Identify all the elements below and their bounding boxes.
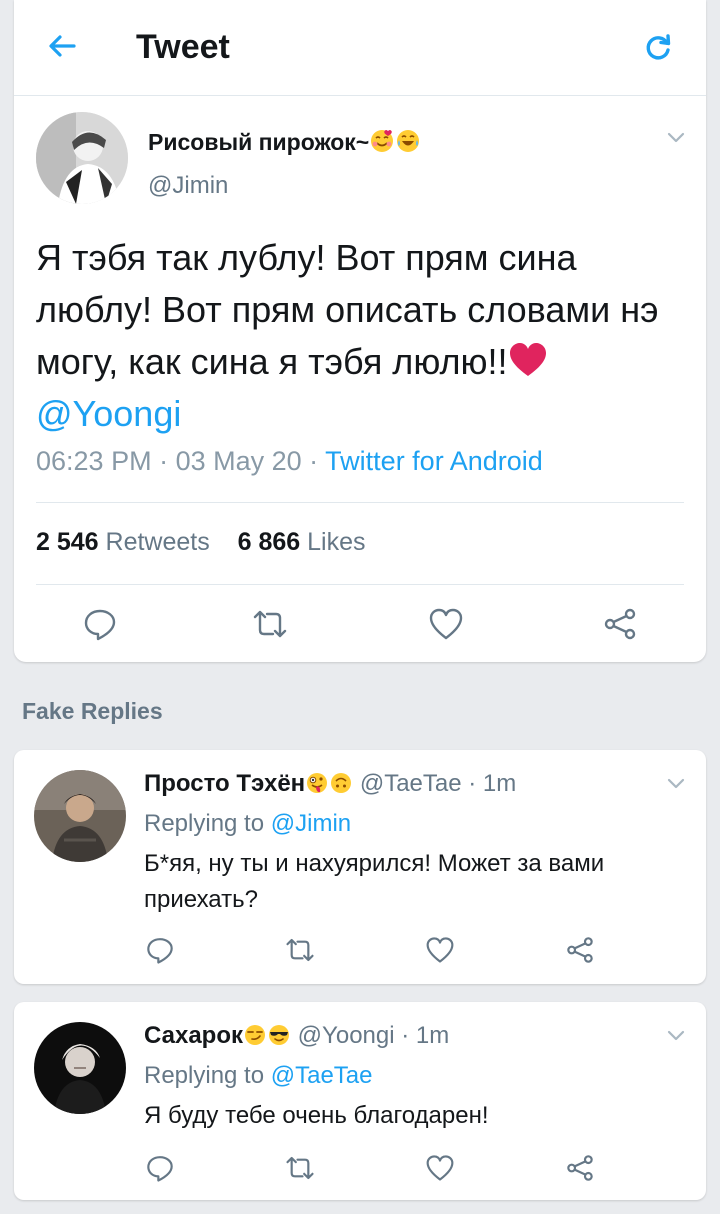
tweet-mention-link[interactable]: @Yoongi [36, 393, 181, 434]
share-icon [567, 937, 593, 963]
reply-time: 1m [482, 770, 517, 797]
reply-avatar[interactable] [34, 1022, 126, 1114]
like-button[interactable] [424, 602, 468, 646]
replying-to: Replying to @Jimin [144, 810, 351, 838]
tweet-body: Я тэбя так лублу! Вот прям сина люблу! В… [36, 237, 659, 382]
replying-label: Replying to [144, 810, 265, 837]
retweets-stat[interactable]: 2 546 Retweets [36, 528, 210, 556]
reply-button[interactable] [138, 928, 182, 972]
likes-count: 6 866 [237, 528, 301, 556]
smirking-face-emoji-icon [245, 1025, 265, 1045]
tweet-meta: 06:23 PM · 03 May 20 · Twitter for Andro… [36, 446, 543, 477]
back-button[interactable] [42, 26, 82, 66]
author-handle[interactable]: @Jimin [148, 172, 228, 200]
author-avatar[interactable] [36, 112, 128, 204]
reply-icon [147, 1156, 173, 1182]
zany-face-emoji-icon [307, 773, 328, 793]
reply-header: Сахарок @Yoongi · 1m [144, 1022, 449, 1050]
tweet-stats: 2 546 Retweets 6 866 Likes [36, 528, 366, 557]
retweet-icon [286, 938, 314, 962]
like-icon [426, 1155, 454, 1181]
retweet-button[interactable] [248, 602, 292, 646]
replying-label: Replying to [144, 1062, 265, 1089]
reply-icon [147, 938, 173, 964]
replying-to: Replying to @TaeTae [144, 1062, 373, 1090]
refresh-icon [646, 34, 671, 60]
chevron-down-icon [667, 132, 685, 143]
tweet-time: 06:23 PM [36, 446, 152, 476]
reply-card[interactable]: Сахарок @Yoongi · 1m Replying to @TaeTae… [14, 1002, 706, 1200]
retweets-count: 2 546 [36, 528, 99, 556]
reply-button[interactable] [78, 602, 122, 646]
avatar-photo [36, 112, 128, 204]
meta-separator: · [301, 446, 326, 476]
retweets-label: Retweets [105, 528, 210, 556]
reply-icon [84, 609, 116, 641]
share-button[interactable] [558, 928, 602, 972]
likes-label: Likes [307, 528, 366, 556]
like-icon [429, 608, 463, 640]
chevron-down-icon [667, 1030, 685, 1041]
retweet-icon [253, 610, 287, 638]
tweet-options-button[interactable] [662, 124, 690, 152]
tears-of-joy-emoji-icon [397, 130, 420, 152]
reply-handle[interactable]: @TaeTae [360, 770, 462, 797]
retweet-icon [286, 1156, 314, 1180]
smiling-face-with-hearts-emoji-icon [371, 130, 394, 152]
share-button[interactable] [598, 602, 642, 646]
reply-header: Просто Тэхён @TaeTae · 1m [144, 770, 516, 798]
author-name-text: Рисовый пирожок~ [148, 129, 370, 155]
avatar-photo [34, 770, 126, 862]
avatar-photo [34, 1022, 126, 1114]
reply-author-name[interactable]: Сахарок [144, 1022, 243, 1049]
upside-down-face-emoji-icon [331, 773, 352, 793]
meta-separator: · [151, 446, 176, 476]
retweet-button[interactable] [278, 928, 322, 972]
section-label: Fake Replies [22, 698, 163, 724]
chevron-down-icon [667, 778, 685, 789]
refresh-button[interactable] [638, 28, 678, 68]
author-name[interactable]: Рисовый пирожок~ [148, 128, 421, 156]
page-title: Tweet [136, 28, 230, 66]
divider [36, 502, 684, 503]
back-arrow-icon [49, 35, 76, 57]
like-icon [426, 937, 454, 963]
share-button[interactable] [558, 1146, 602, 1190]
red-heart-icon [509, 343, 546, 376]
tweet-source-link[interactable]: Twitter for Android [325, 446, 543, 476]
like-button[interactable] [418, 1146, 462, 1190]
share-icon [604, 608, 636, 640]
reply-card[interactable]: Просто Тэхён @TaeTae · 1m Replying to @J… [14, 750, 706, 984]
meta-separator: · [461, 770, 483, 797]
tweet-date: 03 May 20 [175, 446, 302, 476]
reply-time: 1m [415, 1022, 450, 1049]
reply-handle[interactable]: @Yoongi [298, 1022, 395, 1049]
reply-author-name[interactable]: Просто Тэхён [144, 770, 305, 797]
replying-to-link[interactable]: @Jimin [271, 810, 351, 837]
reply-text: Б*яя, ну ты и нахуярился! Может за вами … [144, 850, 605, 913]
reply-options-button[interactable] [662, 1022, 690, 1050]
tweet-text: Я тэбя так лублу! Вот прям сина люблу! В… [36, 232, 686, 440]
likes-stat[interactable]: 6 866 Likes [238, 528, 366, 556]
reply-text: Я буду тебе очень благодарен! [144, 1102, 489, 1129]
reply-options-button[interactable] [662, 770, 690, 798]
meta-separator: · [394, 1022, 416, 1049]
replying-to-link[interactable]: @TaeTae [271, 1062, 373, 1089]
divider [36, 584, 684, 585]
app-header: Tweet [14, 0, 706, 96]
like-button[interactable] [418, 928, 462, 972]
sunglasses-face-emoji-icon [269, 1025, 289, 1045]
share-icon [567, 1155, 593, 1181]
reply-avatar[interactable] [34, 770, 126, 862]
retweet-button[interactable] [278, 1146, 322, 1190]
tweet-card: Tweet Рисовый пирожок~ @Jimin Я тэбя так… [14, 0, 706, 662]
reply-button[interactable] [138, 1146, 182, 1190]
